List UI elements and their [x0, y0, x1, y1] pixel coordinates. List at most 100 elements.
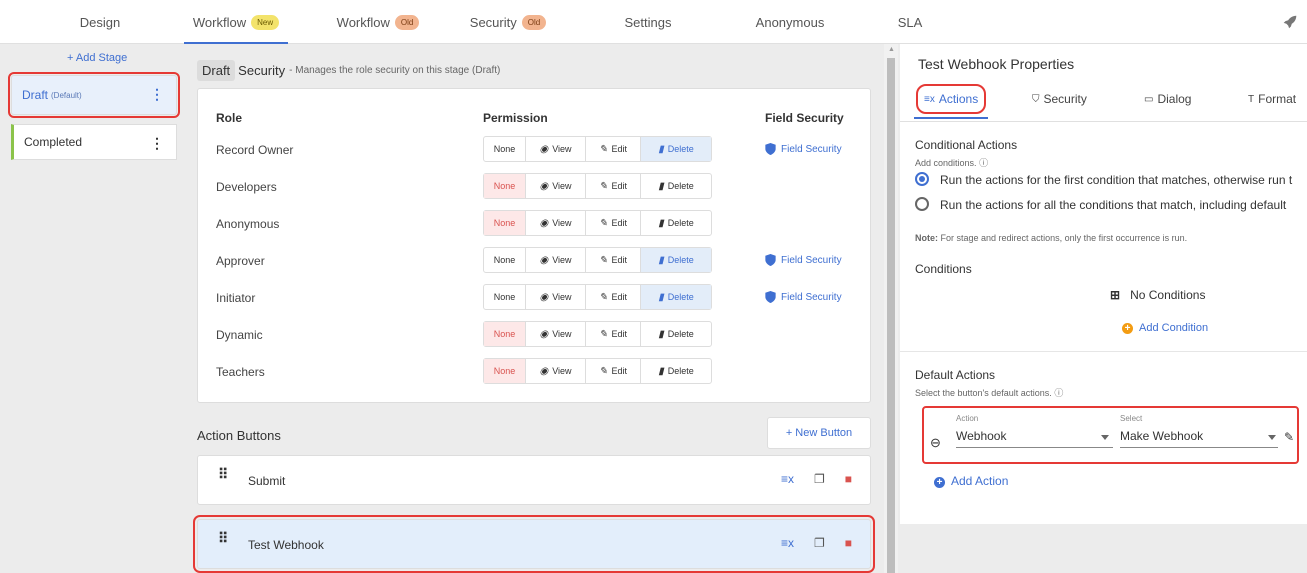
permission-none-button[interactable]: None: [484, 285, 526, 309]
role-name: Initiator: [216, 291, 256, 305]
permission-none-button[interactable]: None: [484, 137, 526, 161]
eye-icon: ◉: [539, 254, 549, 266]
tab-dialog[interactable]: ▭ Dialog: [1144, 92, 1191, 106]
delete-icon[interactable]: ■: [845, 536, 852, 550]
remove-circle-icon[interactable]: ⊖: [930, 435, 941, 451]
radio-first-match[interactable]: [915, 172, 929, 186]
tab-label: Design: [79, 14, 121, 30]
default-action-row: ⊖ Action Webhook Select Make Webhook ✎: [922, 406, 1299, 464]
permission-delete-button[interactable]: ▮ Delete: [641, 137, 711, 161]
copy-icon[interactable]: ❐: [814, 472, 825, 486]
permission-toggle-group: None ◉ View ✎ Edit ▮ Delete: [483, 173, 712, 199]
permission-none-button[interactable]: None: [484, 211, 526, 235]
permission-view-button[interactable]: ◉ View: [526, 174, 586, 198]
tab-label: Security: [469, 14, 517, 30]
shield-icon: [765, 291, 776, 303]
stage-item-draft[interactable]: Draft (Default) ⋮: [8, 72, 180, 118]
permission-delete-button[interactable]: ▮ Delete: [641, 211, 711, 235]
tab-workflow-old[interactable]: Workflow Old: [318, 0, 438, 44]
old-badge: Old: [521, 14, 547, 30]
action-button-row[interactable]: ⠿ Submit ≡x ❐ ■: [197, 455, 871, 505]
permission-delete-label: Delete: [667, 255, 694, 265]
tab-label: Workflow: [336, 14, 390, 30]
new-button[interactable]: + New Button: [767, 417, 871, 449]
copy-icon[interactable]: ❐: [814, 536, 825, 550]
drag-handle-icon[interactable]: ⠿: [218, 531, 228, 545]
role-name: Approver: [216, 254, 265, 268]
tab-design[interactable]: Design: [40, 0, 160, 44]
dropdown-caret-icon[interactable]: [1268, 435, 1276, 440]
tab-sla[interactable]: SLA: [880, 0, 940, 44]
stage-item-completed[interactable]: Completed ⋮: [11, 124, 177, 160]
permission-delete-button[interactable]: ▮ Delete: [641, 359, 711, 383]
permission-view-button[interactable]: ◉ View: [526, 248, 586, 272]
permission-none-button[interactable]: None: [484, 359, 526, 383]
tab-anonymous[interactable]: Anonymous: [730, 0, 850, 44]
field-underline: [956, 447, 1113, 448]
tab-label: SLA: [897, 14, 923, 30]
drag-handle-icon[interactable]: ⠿: [218, 467, 228, 481]
field-security-link[interactable]: Field Security: [765, 291, 842, 303]
scrollbar[interactable]: ▲: [884, 44, 898, 573]
edit-pencil-icon[interactable]: ✎: [1284, 430, 1294, 444]
role-row: Anonymous None ◉ View ✎ Edit ▮ Delete: [198, 208, 872, 245]
dropdown-caret-icon[interactable]: [1101, 435, 1109, 440]
delete-icon[interactable]: ■: [845, 472, 852, 486]
permission-edit-button[interactable]: ✎ Edit: [586, 248, 641, 272]
permission-delete-button[interactable]: ▮ Delete: [641, 285, 711, 309]
permission-none-button[interactable]: None: [484, 174, 526, 198]
rocket-icon[interactable]: [1281, 13, 1299, 31]
help-icon[interactable]: ⓘ: [1054, 388, 1063, 398]
field-security-header: Field Security: [765, 111, 844, 125]
actions-icon[interactable]: ≡x: [781, 472, 794, 486]
permission-none-button[interactable]: None: [484, 322, 526, 346]
tab-settings[interactable]: Settings: [588, 0, 708, 44]
add-condition-button[interactable]: + Add Condition: [1122, 322, 1208, 334]
more-vert-icon[interactable]: ⋮: [150, 87, 164, 101]
permission-edit-button[interactable]: ✎ Edit: [586, 137, 641, 161]
tab-format[interactable]: T Format: [1248, 92, 1296, 106]
permission-delete-button[interactable]: ▮ Delete: [641, 248, 711, 272]
add-stage-button[interactable]: + Add Stage: [67, 52, 127, 64]
scrollbar-thumb[interactable]: [887, 58, 895, 573]
note-text: Note: For stage and redirect actions, on…: [915, 233, 1187, 243]
tab-workflow-new[interactable]: Workflow New: [176, 0, 296, 44]
permission-none-button[interactable]: None: [484, 248, 526, 272]
tab-security-old[interactable]: Security Old: [448, 0, 568, 44]
old-badge: Old: [394, 14, 420, 30]
field-security-link[interactable]: Field Security: [765, 143, 842, 155]
permission-edit-label: Edit: [611, 329, 627, 339]
permission-delete-button[interactable]: ▮ Delete: [641, 322, 711, 346]
permission-edit-button[interactable]: ✎ Edit: [586, 359, 641, 383]
field-security-link[interactable]: Field Security: [765, 254, 842, 266]
permission-edit-button[interactable]: ✎ Edit: [586, 211, 641, 235]
pencil-icon: ✎: [599, 291, 608, 303]
action-select[interactable]: Webhook: [956, 429, 1006, 443]
tab-label: Workflow: [192, 14, 247, 30]
permission-edit-button[interactable]: ✎ Edit: [586, 174, 641, 198]
permission-view-button[interactable]: ◉ View: [526, 322, 586, 346]
tab-actions[interactable]: ≡x Actions: [913, 84, 989, 119]
help-icon[interactable]: ⓘ: [979, 158, 988, 168]
permission-edit-button[interactable]: ✎ Edit: [586, 322, 641, 346]
action-button-row-selected[interactable]: ⠿ Test Webhook ≡x ❐ ■: [193, 515, 875, 573]
permission-view-label: View: [552, 218, 572, 228]
permission-view-button[interactable]: ◉ View: [526, 285, 586, 309]
scroll-up-icon[interactable]: ▲: [888, 46, 895, 53]
webhook-select[interactable]: Make Webhook: [1120, 429, 1203, 443]
trash-icon: ▮: [658, 217, 664, 229]
more-vert-icon[interactable]: ⋮: [150, 136, 164, 150]
permission-view-button[interactable]: ◉ View: [526, 211, 586, 235]
permission-delete-button[interactable]: ▮ Delete: [641, 174, 711, 198]
radio-all-match-label: Run the actions for all the conditions t…: [940, 198, 1287, 212]
add-action-button[interactable]: + Add Action: [934, 474, 1008, 488]
actions-icon[interactable]: ≡x: [781, 536, 794, 550]
radio-all-match[interactable]: [915, 197, 929, 211]
permission-edit-button[interactable]: ✎ Edit: [586, 285, 641, 309]
permission-delete-label: Delete: [667, 366, 694, 376]
tab-security[interactable]: ⛉ Security: [1032, 92, 1087, 106]
permission-toggle-group: None ◉ View ✎ Edit ▮ Delete: [483, 321, 712, 347]
permission-view-button[interactable]: ◉ View: [526, 359, 586, 383]
permission-view-button[interactable]: ◉ View: [526, 137, 586, 161]
permission-edit-label: Edit: [611, 181, 627, 191]
